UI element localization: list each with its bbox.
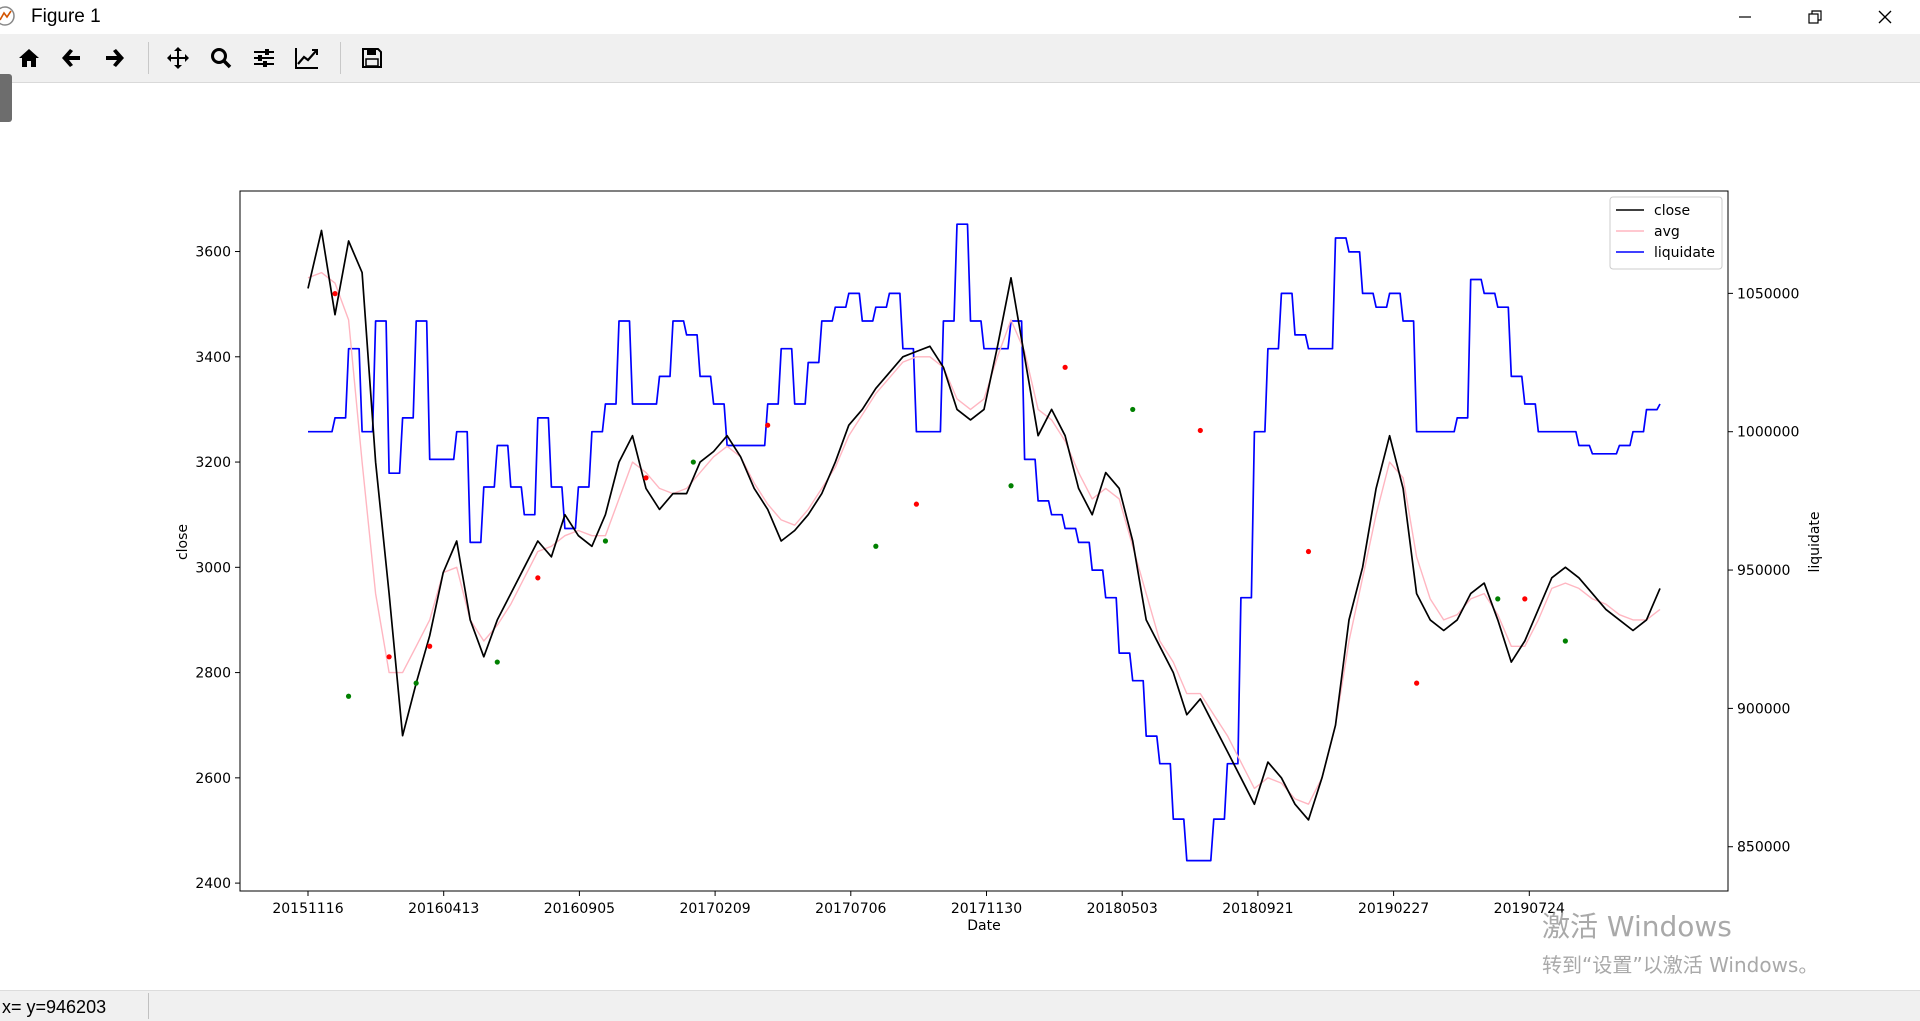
sell-signal-marker [1197,427,1203,434]
x-axis: 20151116 20160413 20160905 20170209 20170706… [272,891,1565,917]
zoom-icon [211,48,232,69]
buy-signal-marker [690,459,696,465]
edit-axis-icon [295,48,318,69]
x-tick-label: 20180921 [1222,901,1293,917]
edit-axis-button[interactable] [291,42,323,74]
watermark-title: 激活 Windows [1542,910,1732,943]
right-tick-label: 1000000 [1737,425,1799,441]
restore-button[interactable] [1780,0,1850,34]
legend-label-liquidate: liquidate [1654,245,1715,261]
sell-signal-marker [1522,596,1528,602]
left-tick-label: 3600 [195,245,231,261]
left-tick-label: 3200 [195,455,231,471]
sell-signal-marker [332,291,338,297]
x-axis-label: Date [967,918,1000,934]
back-icon [62,49,80,67]
sell-signal-marker [913,501,920,507]
configure-subplots-icon [254,49,274,67]
home-icon [19,49,39,67]
toolbar-separator [148,42,149,74]
activation-watermark: 激活 Windows 转到“设置”以激活 Windows。 [1542,905,1818,978]
forward-button[interactable] [98,42,130,74]
status-bar: x= y=946203 [0,990,1920,1021]
buy-signal-marker [1130,406,1136,413]
coordinate-readout: x= y=946203 [2,997,107,1017]
buy-signal-marker [1495,596,1501,602]
buy-signal-marker [602,538,609,544]
x-tick-label: 20190227 [1358,901,1429,917]
forward-icon [106,49,124,67]
buy-signal-marker [1008,483,1014,489]
close-button[interactable] [1850,0,1920,34]
x-tick-label: 20171130 [951,901,1022,917]
pan-button[interactable] [162,42,194,74]
x-tick-label: 20160413 [408,901,479,917]
x-tick-label: 20170706 [815,901,886,917]
buy-signal-marker [494,659,500,665]
sell-signal-marker [1062,364,1068,370]
legend: close avg liquidate [1609,196,1723,270]
buy-signal-marker [413,680,419,686]
status-separator [148,993,149,1019]
back-button[interactable] [56,42,88,74]
pan-icon [167,47,189,69]
right-tick-label: 850000 [1737,840,1790,856]
restore-icon [1808,10,1822,24]
title-bar: Figure 1 [0,0,1920,34]
configure-subplots-button[interactable] [248,42,280,74]
sell-signal-marker [765,422,771,428]
right-tick-label: 1050000 [1737,286,1799,302]
save-button[interactable] [356,42,388,74]
right-tick-label: 950000 [1737,563,1790,579]
buy-signal-marker [1562,638,1568,644]
x-tick-label: 20151116 [272,901,343,917]
zoom-button[interactable] [205,42,237,74]
sell-signal-marker [386,654,392,660]
watermark-subtitle: 转到“设置”以激活 Windows。 [1542,953,1819,977]
toolbar-separator [340,42,341,74]
left-axis: 2400 2600 2800 3000 3200 3400 3600 [195,245,240,892]
legend-label-close: close [1654,203,1690,219]
right-tick-label: 900000 [1737,701,1790,717]
sell-signal-marker [427,643,433,649]
minimize-button[interactable] [1710,0,1780,34]
left-tick-label: 2600 [195,771,231,787]
buy-signal-marker [345,693,352,699]
x-tick-label: 20180503 [1087,901,1158,917]
right-axis-label: liquidate [1807,512,1823,573]
left-axis-label: close [175,524,191,560]
window-title: Figure 1 [31,6,101,27]
buy-signal-marker [873,543,879,549]
sell-signal-marker [1414,680,1420,686]
sell-signal-marker [1305,548,1312,555]
x-tick-label: 20160905 [544,901,615,917]
left-tick-label: 2800 [195,666,231,682]
minimize-icon [1739,16,1751,18]
left-tick-label: 3400 [195,350,231,366]
home-button[interactable] [13,42,45,74]
plot-area [239,190,1729,892]
close-icon [1878,10,1892,24]
app-icon [0,6,15,26]
chart: 2400 2600 2800 3000 3200 3400 3600 850000 90000… [175,190,1823,934]
toolbar [0,34,1920,122]
left-tick-label: 2400 [195,876,231,892]
x-tick-label: 20170209 [679,901,750,917]
left-tick-label: 3000 [195,560,231,576]
sell-signal-marker [535,575,541,581]
save-icon [362,48,382,68]
right-axis: 850000 900000 950000 1000000 1050000 [1728,286,1799,856]
legend-label-avg: avg [1654,224,1680,240]
sell-signal-marker [643,475,649,481]
